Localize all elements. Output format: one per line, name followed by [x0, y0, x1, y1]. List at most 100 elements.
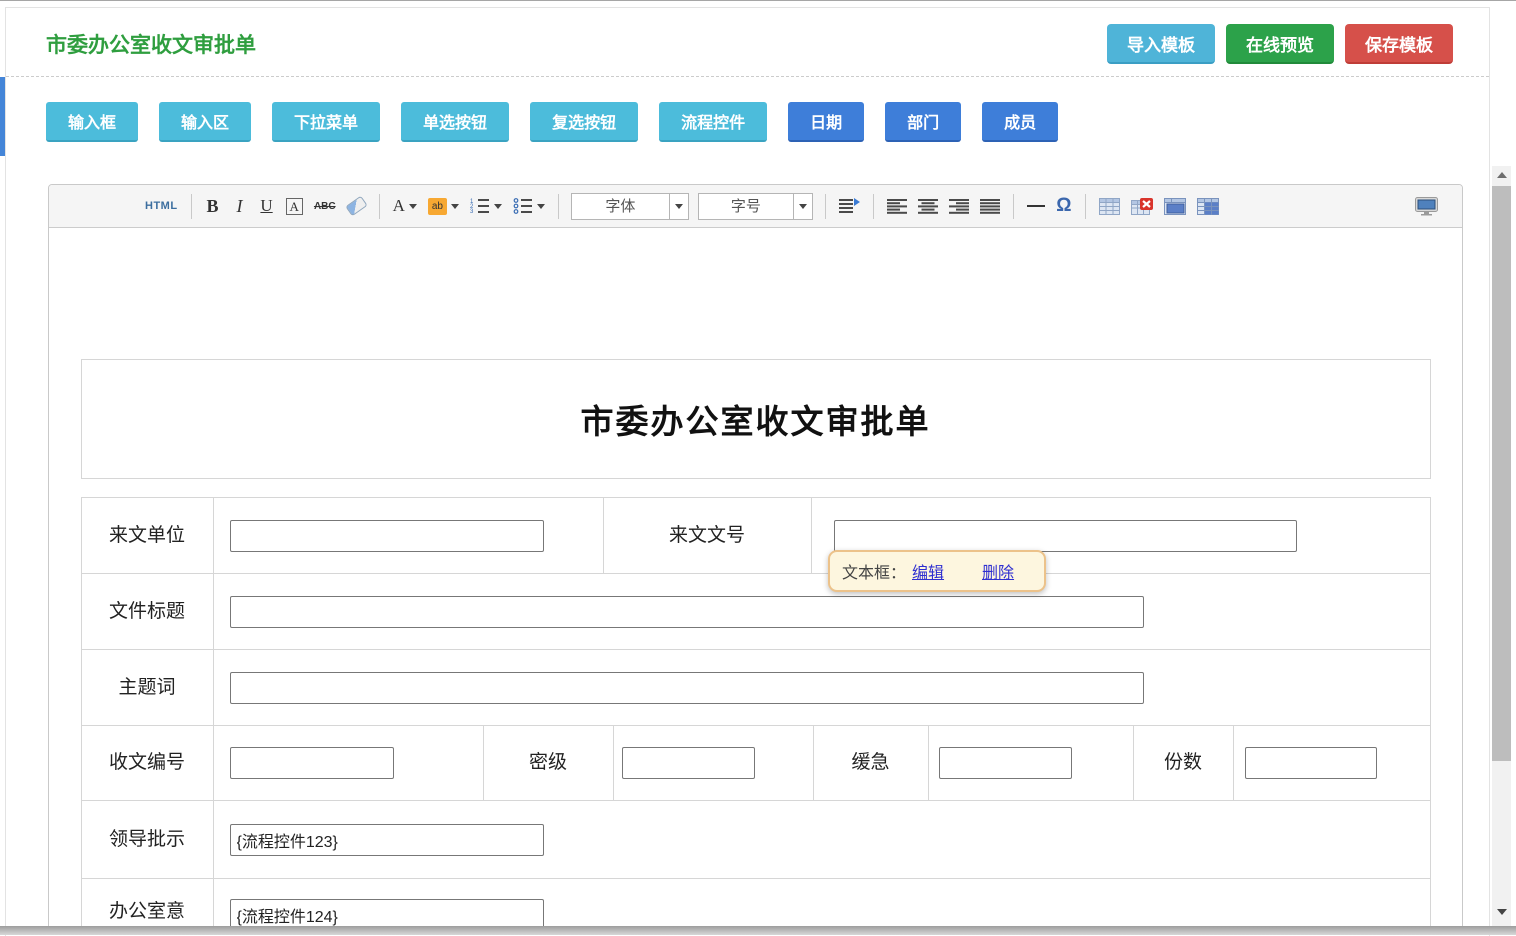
subject-words-input[interactable]: [230, 672, 1144, 704]
add-textarea-button[interactable]: 输入区: [159, 102, 251, 142]
arrow-down-icon: [1497, 909, 1507, 915]
copies-input[interactable]: [1245, 747, 1377, 779]
omega-icon: Ω: [1056, 195, 1071, 217]
receipt-number-input[interactable]: [230, 747, 394, 779]
form-input-cell: [1234, 726, 1430, 800]
highlight-color-button[interactable]: ab: [424, 192, 463, 220]
main-panel: 市委办公室收文审批单 导入模板 在线预览 保存模板 输入框 输入区 下拉菜单 单…: [5, 7, 1490, 936]
leader-instructions-control[interactable]: [230, 824, 544, 856]
control-type-label: 文本框：: [842, 559, 906, 583]
table-row: 文件标题: [82, 574, 1430, 650]
table-cells-button[interactable]: [1193, 192, 1223, 220]
horizontal-rule-button[interactable]: [1023, 192, 1049, 220]
form-input-cell: [214, 574, 1430, 649]
italic-button[interactable]: I: [228, 192, 252, 220]
window-bottom-edge: [0, 926, 1516, 935]
editor-toolbar: HTML B I U A ABC A ab 1 2 3: [49, 185, 1462, 228]
incoming-doc-unit-input[interactable]: [230, 520, 544, 552]
editor-canvas[interactable]: 市委办公室收文审批单 来文单位 来文文号 文件标题: [49, 359, 1462, 934]
toolbar-separator: [1013, 194, 1014, 219]
eraser-icon: [345, 196, 367, 217]
chevron-down-icon: [451, 204, 459, 209]
form-label-cell: 缓急: [814, 726, 929, 800]
form-label-cell: 来文单位: [82, 498, 214, 573]
rich-text-editor: HTML B I U A ABC A ab 1 2 3: [48, 184, 1463, 934]
align-right-icon: [949, 199, 969, 214]
align-justify-button[interactable]: [976, 192, 1004, 220]
html-icon: HTML: [145, 200, 178, 212]
font-size-select[interactable]: 字号: [698, 193, 813, 220]
security-level-input[interactable]: [622, 747, 755, 779]
insert-table-button[interactable]: [1095, 192, 1124, 220]
scroll-down-button[interactable]: [1492, 903, 1511, 921]
chevron-down-icon: [669, 194, 688, 219]
form-label-cell: 密级: [484, 726, 614, 800]
toolbar-separator: [825, 194, 826, 219]
fullscreen-button[interactable]: [1411, 192, 1442, 220]
highlight-icon: ab: [428, 198, 447, 215]
source-code-button[interactable]: HTML: [141, 192, 182, 220]
toolbar-separator: [1085, 194, 1086, 219]
toolbar-separator: [379, 194, 380, 219]
add-dropdown-button[interactable]: 下拉菜单: [272, 102, 380, 142]
clipped-left-element: [0, 77, 5, 156]
delete-table-button[interactable]: [1127, 192, 1157, 220]
insert-table-icon: [1099, 198, 1120, 215]
font-family-select[interactable]: 字体: [571, 193, 689, 220]
doc-title-input[interactable]: [230, 596, 1144, 628]
special-char-button[interactable]: Ω: [1052, 192, 1076, 220]
ordered-list-button[interactable]: 1 2 3: [466, 192, 506, 220]
char-border-icon: A: [286, 198, 303, 215]
align-center-button[interactable]: [914, 192, 942, 220]
underline-button[interactable]: U: [255, 192, 279, 220]
online-preview-button[interactable]: 在线预览: [1226, 24, 1334, 64]
remove-format-button[interactable]: [343, 192, 370, 220]
align-right-button[interactable]: [945, 192, 973, 220]
add-department-button[interactable]: 部门: [885, 102, 961, 142]
add-input-box-button[interactable]: 输入框: [46, 102, 138, 142]
indent-button[interactable]: [835, 192, 864, 220]
table-row: 来文单位 来文文号: [82, 498, 1430, 574]
delete-link[interactable]: 删除: [982, 559, 1014, 583]
table-properties-button[interactable]: [1160, 192, 1190, 220]
add-flow-control-button[interactable]: 流程控件: [659, 102, 767, 142]
add-radio-button[interactable]: 单选按钮: [401, 102, 509, 142]
font-color-button[interactable]: A: [389, 192, 421, 220]
bold-icon: B: [207, 196, 219, 217]
scrollbar-thumb[interactable]: [1492, 186, 1511, 761]
arrow-up-icon: [1497, 172, 1507, 178]
ordered-list-icon: 1 2 3: [470, 198, 490, 214]
bold-button[interactable]: B: [201, 192, 225, 220]
urgency-input[interactable]: [939, 747, 1072, 779]
form-input-cell: [214, 726, 484, 800]
delete-table-icon: [1131, 198, 1153, 215]
edit-link[interactable]: 编辑: [912, 559, 944, 583]
form-input-cell: [214, 498, 604, 573]
horizontal-rule-icon: [1027, 205, 1045, 207]
import-template-button[interactable]: 导入模板: [1107, 24, 1215, 64]
add-member-button[interactable]: 成员: [982, 102, 1058, 142]
form-table: 来文单位 来文文号 文件标题: [81, 497, 1431, 934]
align-center-icon: [918, 199, 938, 214]
align-left-button[interactable]: [883, 192, 911, 220]
form-title: 市委办公室收文审批单: [581, 395, 931, 443]
chevron-down-icon: [793, 194, 812, 219]
form-label-cell: 文件标题: [82, 574, 214, 649]
bullet-list-icon: [513, 198, 533, 214]
incoming-doc-number-input[interactable]: [834, 520, 1297, 552]
strikethrough-icon: ABC: [314, 201, 336, 212]
toolbar-separator: [873, 194, 874, 219]
char-border-button[interactable]: A: [282, 192, 307, 220]
bullet-list-button[interactable]: [509, 192, 549, 220]
table-row: 领导批示: [82, 801, 1430, 879]
strikethrough-button[interactable]: ABC: [310, 192, 340, 220]
font-family-label: 字体: [572, 194, 669, 219]
table-row: 主题词: [82, 650, 1430, 726]
italic-icon: I: [237, 196, 243, 217]
save-template-button[interactable]: 保存模板: [1345, 24, 1453, 64]
chevron-down-icon: [537, 204, 545, 209]
vertical-scrollbar[interactable]: [1492, 166, 1511, 927]
add-checkbox-button[interactable]: 复选按钮: [530, 102, 638, 142]
add-date-button[interactable]: 日期: [788, 102, 864, 142]
scroll-up-button[interactable]: [1492, 166, 1511, 184]
